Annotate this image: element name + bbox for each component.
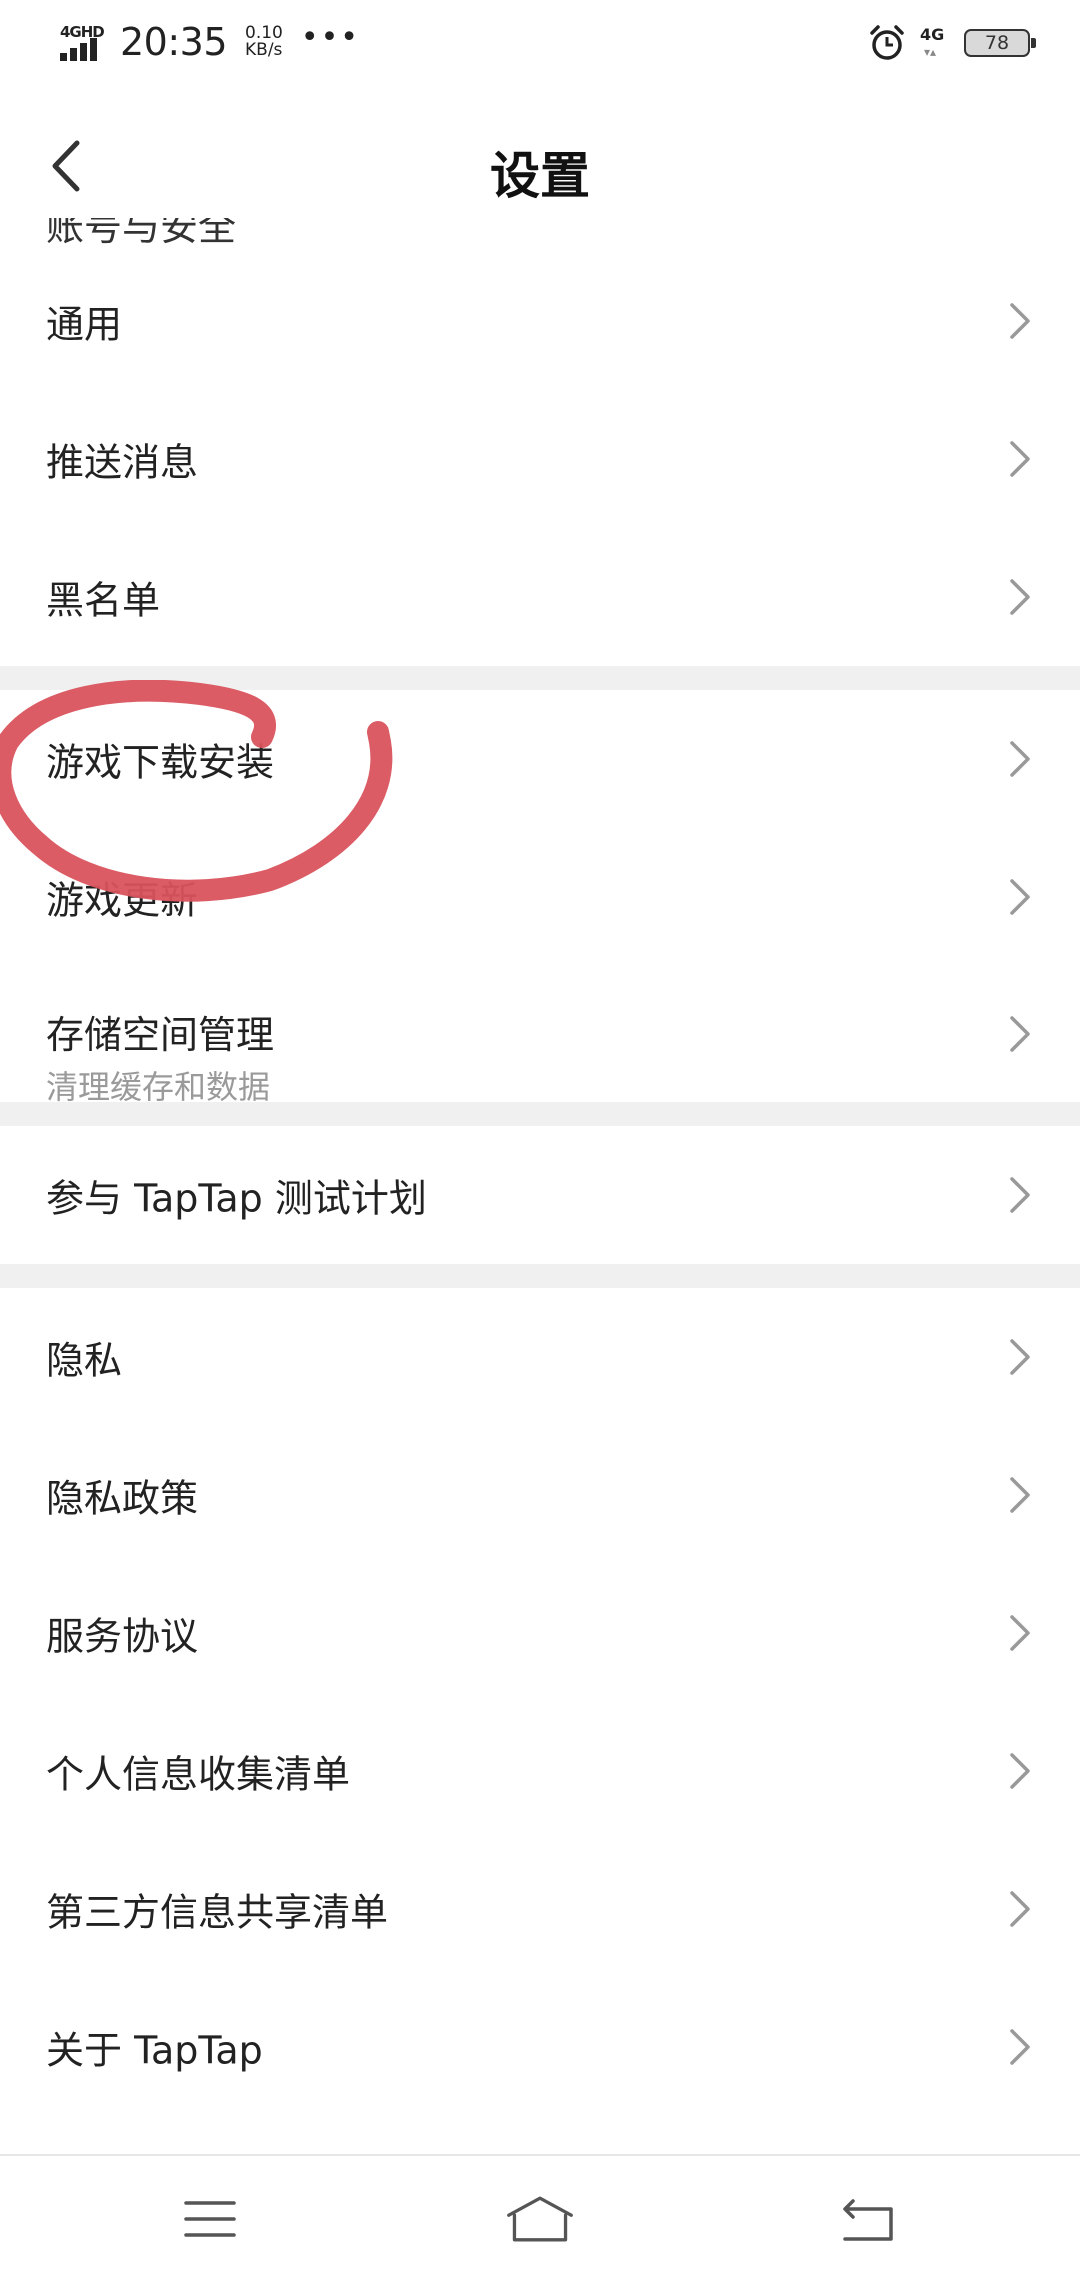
settings-item-personal-info-list[interactable]: 个人信息收集清单 xyxy=(0,1702,1080,1840)
chevron-right-icon xyxy=(1010,1615,1030,1651)
settings-item-storage-management[interactable]: 存储空间管理 清理缓存和数据 xyxy=(0,966,1080,1106)
settings-item-taptap-test-program[interactable]: 参与 TapTap 测试计划 xyxy=(0,1126,1080,1264)
chevron-right-icon xyxy=(1010,1891,1030,1927)
status-time: 20:35 xyxy=(120,20,228,64)
chevron-right-icon xyxy=(1010,303,1030,339)
settings-item-third-party-sharing-list[interactable]: 第三方信息共享清单 xyxy=(0,1840,1080,1978)
settings-item-privacy[interactable]: 隐私 xyxy=(0,1288,1080,1426)
chevron-right-icon xyxy=(1010,1477,1030,1513)
chevron-right-icon xyxy=(1010,2029,1030,2065)
section-divider xyxy=(0,666,1080,690)
settings-item-blacklist[interactable]: 黑名单 xyxy=(0,528,1080,666)
back-icon xyxy=(843,2199,893,2241)
chevron-right-icon xyxy=(1010,1339,1030,1375)
page-title: 设置 xyxy=(490,147,590,205)
status-bar: 4GHD 20:35 0.10 KB/s ••• 4G ▾▴ 78 xyxy=(0,0,1080,84)
settings-item-game-download-install[interactable]: 游戏下载安装 xyxy=(0,690,1080,828)
settings-item-partial[interactable]: 账号与安全 xyxy=(0,218,1080,252)
settings-list: 账号与安全 通用 推送消息 黑名单 游戏下载安装 游戏更新 存储空间管理 清理缓… xyxy=(0,218,1080,2116)
mobile-data-icon: 4G ▾▴ xyxy=(920,25,945,59)
home-icon xyxy=(507,2196,573,2242)
settings-item-privacy-policy[interactable]: 隐私政策 xyxy=(0,1426,1080,1564)
network-speed: 0.10 KB/s xyxy=(245,23,283,60)
settings-item-general[interactable]: 通用 xyxy=(0,252,1080,390)
settings-item-push-messages[interactable]: 推送消息 xyxy=(0,390,1080,528)
chevron-right-icon xyxy=(1010,879,1030,915)
chevron-right-icon xyxy=(1010,741,1030,777)
chevron-right-icon xyxy=(1010,1016,1030,1052)
settings-item-about-taptap[interactable]: 关于 TapTap xyxy=(0,1978,1080,2116)
settings-item-game-updates[interactable]: 游戏更新 xyxy=(0,828,1080,966)
section-divider xyxy=(0,1264,1080,1288)
system-navigation-bar xyxy=(0,2154,1080,2280)
nav-menu-button[interactable] xyxy=(175,2184,245,2254)
nav-home-button[interactable] xyxy=(505,2184,575,2254)
menu-icon xyxy=(184,2201,236,2237)
chevron-right-icon xyxy=(1010,1753,1030,1789)
chevron-right-icon xyxy=(1010,1177,1030,1213)
nav-back-button[interactable] xyxy=(833,2184,903,2254)
settings-item-service-agreement[interactable]: 服务协议 xyxy=(0,1564,1080,1702)
more-notifications-icon: ••• xyxy=(300,19,360,55)
alarm-clock-icon xyxy=(870,25,904,60)
cell-signal-icon: 4GHD xyxy=(58,19,106,65)
chevron-right-icon xyxy=(1010,579,1030,615)
battery-icon: 78 xyxy=(964,29,1036,57)
chevron-right-icon xyxy=(1010,441,1030,477)
